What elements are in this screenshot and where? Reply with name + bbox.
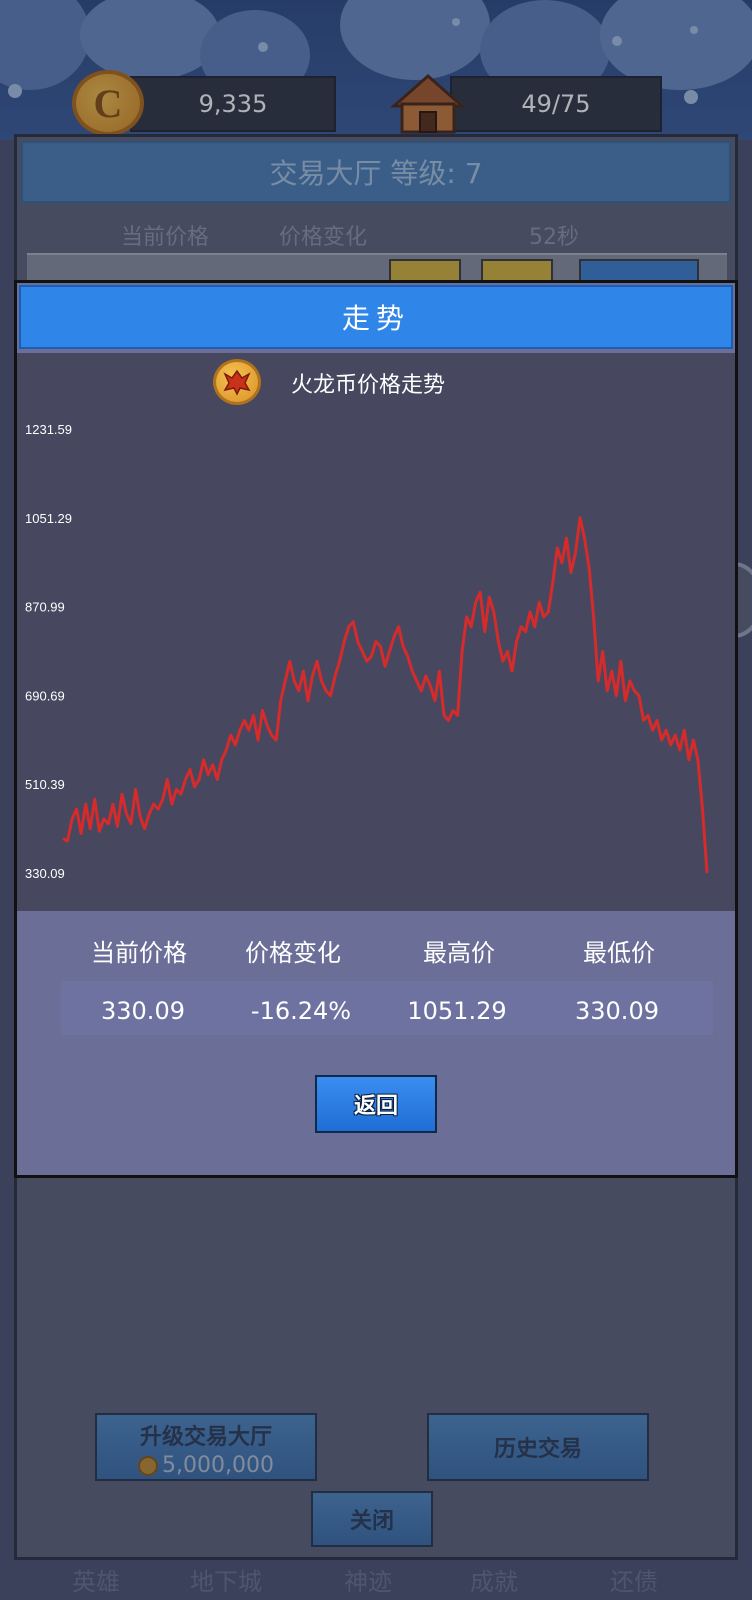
trend-modal: 走势 1231.59 1051.29 870.99 690.69 510.39 330.0… [14, 280, 738, 1178]
stat-label-low: 最低价 [583, 939, 655, 967]
chart-title: 火龙币价格走势 [291, 373, 446, 398]
y-tick-label: 690.69 [25, 688, 65, 703]
stat-label-change: 价格变化 [245, 939, 341, 967]
price-chart-svg: 1231.59 1051.29 870.99 690.69 510.39 330.09 [25, 422, 709, 881]
stat-label-high: 最高价 [423, 939, 495, 967]
stat-label-current: 当前价格 [91, 939, 187, 967]
back-button[interactable]: 返回 [315, 1075, 437, 1133]
price-chart: 1231.59 1051.29 870.99 690.69 510.39 330.09 火… [17, 353, 735, 911]
y-tick-label: 1051.29 [25, 511, 72, 526]
stat-value-high: 1051.29 [407, 997, 507, 1025]
y-tick-label: 330.09 [25, 866, 65, 881]
stat-value-change: -16.24% [250, 997, 352, 1025]
stat-value-low: 330.09 [575, 997, 659, 1025]
y-tick-label: 1231.59 [25, 422, 72, 437]
price-line [62, 516, 709, 874]
price-stats: 当前价格 价格变化 最高价 最低价 330.09 -16.24% 1051.29… [17, 911, 735, 1041]
stat-value-current: 330.09 [101, 997, 185, 1025]
y-tick-label: 870.99 [25, 600, 65, 615]
y-tick-label: 510.39 [25, 777, 65, 792]
dragon-coin-icon [213, 359, 261, 405]
modal-title: 走势 [19, 285, 733, 349]
